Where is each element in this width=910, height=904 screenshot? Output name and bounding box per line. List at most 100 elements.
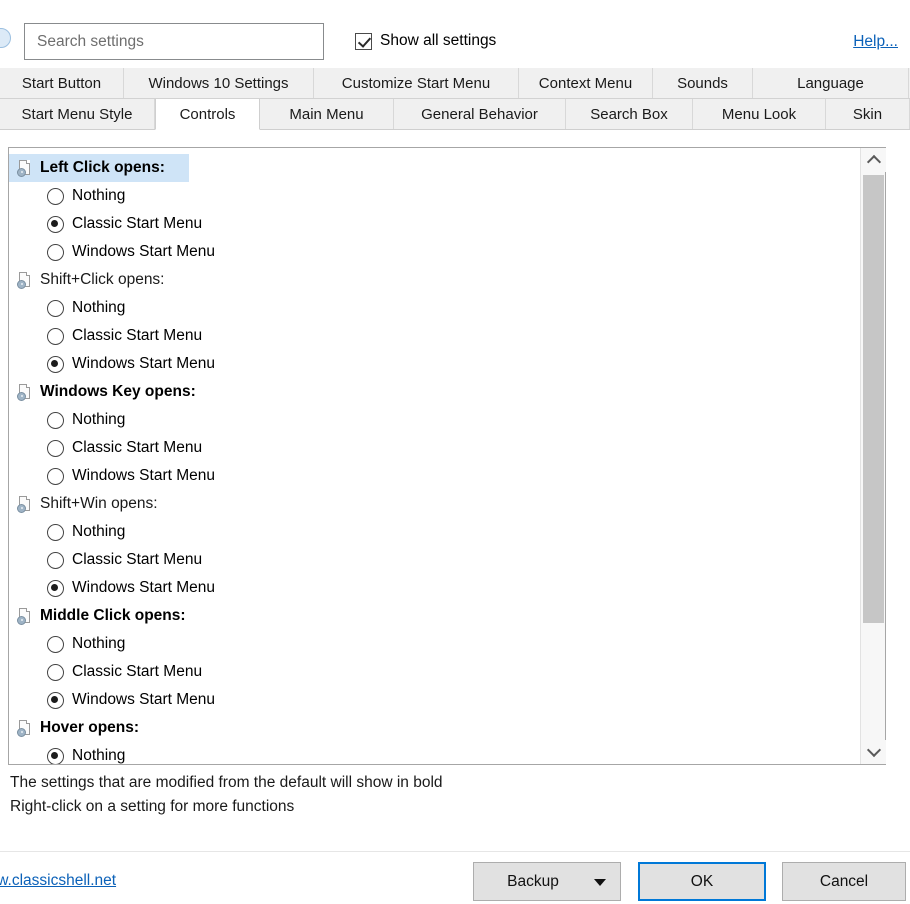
settings-page-icon xyxy=(17,720,32,737)
radio-option[interactable]: Nothing xyxy=(9,406,860,434)
radio-option-label: Nothing xyxy=(72,187,125,205)
radio-option[interactable]: Windows Start Menu xyxy=(9,686,860,714)
radio-option[interactable]: Classic Start Menu xyxy=(9,434,860,462)
tab-row-1: Start Button Windows 10 Settings Customize… xyxy=(0,68,910,99)
settings-page-icon xyxy=(17,272,32,289)
setting-group-left-click-opens[interactable]: Left Click opens: xyxy=(9,154,189,182)
radio-button[interactable] xyxy=(47,636,64,653)
tab-windows-10-settings[interactable]: Windows 10 Settings xyxy=(124,68,314,98)
radio-button[interactable] xyxy=(47,552,64,569)
settings-page-icon xyxy=(17,160,32,177)
setting-group-shift-click-opens[interactable]: Shift+Click opens: xyxy=(9,266,860,294)
radio-button-selected[interactable] xyxy=(47,216,64,233)
tab-start-menu-style[interactable]: Start Menu Style xyxy=(0,99,155,129)
tab-skin[interactable]: Skin xyxy=(826,99,910,129)
radio-option[interactable]: Classic Start Menu xyxy=(9,546,860,574)
radio-button[interactable] xyxy=(47,244,64,261)
tab-language[interactable]: Language xyxy=(753,68,909,98)
radio-option[interactable]: Nothing xyxy=(9,294,860,322)
radio-option[interactable]: Windows Start Menu xyxy=(9,350,860,378)
tab-label: Skin xyxy=(853,106,882,123)
settings-page-icon xyxy=(17,496,32,513)
tab-label: Language xyxy=(797,75,864,92)
tab-strip: Start Button Windows 10 Settings Customize… xyxy=(0,68,910,130)
caret-down-icon[interactable] xyxy=(594,879,606,886)
setting-group-middle-click-opens[interactable]: Middle Click opens: xyxy=(9,602,860,630)
radio-button[interactable] xyxy=(47,188,64,205)
radio-button[interactable] xyxy=(47,440,64,457)
tab-start-button[interactable]: Start Button xyxy=(0,68,124,98)
chevron-up-icon xyxy=(866,155,880,169)
tab-main-menu[interactable]: Main Menu xyxy=(260,99,394,129)
tab-sounds[interactable]: Sounds xyxy=(653,68,753,98)
tab-context-menu[interactable]: Context Menu xyxy=(519,68,653,98)
setting-group-shift-win-opens[interactable]: Shift+Win opens: xyxy=(9,490,860,518)
tab-customize-start-menu[interactable]: Customize Start Menu xyxy=(314,68,519,98)
radio-button-selected[interactable] xyxy=(47,356,64,373)
search-input[interactable] xyxy=(35,32,313,52)
radio-option-label: Nothing xyxy=(72,523,125,541)
tab-label: General Behavior xyxy=(421,106,538,123)
classicshell-website-link[interactable]: ww.classicshell.net xyxy=(0,872,116,890)
setting-group-label: Shift+Click opens: xyxy=(40,271,165,289)
radio-button[interactable] xyxy=(47,468,64,485)
hint-text: The settings that are modified from the … xyxy=(10,771,443,819)
backup-button-label: Backup xyxy=(474,873,592,891)
radio-button[interactable] xyxy=(47,300,64,317)
radio-option[interactable]: Windows Start Menu xyxy=(9,574,860,602)
ok-button[interactable]: OK xyxy=(638,862,766,901)
tab-controls[interactable]: Controls xyxy=(155,99,260,130)
tab-label: Sounds xyxy=(677,75,728,92)
settings-page-icon xyxy=(17,384,32,401)
radio-option-label: Classic Start Menu xyxy=(72,215,202,233)
search-input-wrapper[interactable] xyxy=(24,23,324,60)
scrollbar-thumb[interactable] xyxy=(863,175,884,623)
radio-button[interactable] xyxy=(47,664,64,681)
window-corner-orb-icon xyxy=(0,28,11,48)
radio-button-selected[interactable] xyxy=(47,692,64,709)
help-link[interactable]: Help... xyxy=(853,33,898,51)
radio-button[interactable] xyxy=(47,524,64,541)
radio-option-label: Windows Start Menu xyxy=(72,243,215,261)
tab-menu-look[interactable]: Menu Look xyxy=(693,99,826,129)
show-all-settings-checkbox[interactable]: Show all settings xyxy=(355,32,496,50)
footer-divider xyxy=(0,851,910,852)
tab-label: Start Button xyxy=(22,75,101,92)
radio-option[interactable]: Nothing xyxy=(9,518,860,546)
tab-label: Main Menu xyxy=(289,106,363,123)
hint-line-2: Right-click on a setting for more functi… xyxy=(10,795,443,819)
radio-option[interactable]: Nothing xyxy=(9,742,860,764)
radio-option-label: Nothing xyxy=(72,747,125,764)
settings-list-panel: Left Click opens:NothingClassic Start Me… xyxy=(8,147,886,765)
settings-list-scrollbar[interactable] xyxy=(860,148,885,764)
setting-group-windows-key-opens[interactable]: Windows Key opens: xyxy=(9,378,860,406)
radio-button[interactable] xyxy=(47,328,64,345)
radio-option[interactable]: Nothing xyxy=(9,630,860,658)
scroll-up-button[interactable] xyxy=(861,148,886,172)
radio-option[interactable]: Classic Start Menu xyxy=(9,322,860,350)
radio-option[interactable]: Windows Start Menu xyxy=(9,238,860,266)
hint-line-1: The settings that are modified from the … xyxy=(10,771,443,795)
radio-button[interactable] xyxy=(47,412,64,429)
tab-label: Customize Start Menu xyxy=(342,75,490,92)
tab-search-box[interactable]: Search Box xyxy=(566,99,693,129)
tab-label: Controls xyxy=(180,106,236,123)
radio-button-selected[interactable] xyxy=(47,748,64,765)
tab-general-behavior[interactable]: General Behavior xyxy=(394,99,566,129)
checkmark-icon[interactable] xyxy=(355,33,372,50)
tab-label: Start Menu Style xyxy=(22,106,133,123)
setting-group-hover-opens[interactable]: Hover opens: xyxy=(9,714,860,742)
scroll-down-button[interactable] xyxy=(861,740,886,764)
radio-option-label: Windows Start Menu xyxy=(72,579,215,597)
radio-option-label: Classic Start Menu xyxy=(72,663,202,681)
radio-option-label: Windows Start Menu xyxy=(72,355,215,373)
radio-option[interactable]: Classic Start Menu xyxy=(9,210,860,238)
settings-list: Left Click opens:NothingClassic Start Me… xyxy=(9,148,860,764)
radio-option[interactable]: Classic Start Menu xyxy=(9,658,860,686)
radio-button-selected[interactable] xyxy=(47,580,64,597)
radio-option[interactable]: Windows Start Menu xyxy=(9,462,860,490)
cancel-button[interactable]: Cancel xyxy=(782,862,906,901)
backup-split-button[interactable]: Backup xyxy=(473,862,621,901)
radio-option[interactable]: Nothing xyxy=(9,182,860,210)
radio-option-label: Windows Start Menu xyxy=(72,467,215,485)
